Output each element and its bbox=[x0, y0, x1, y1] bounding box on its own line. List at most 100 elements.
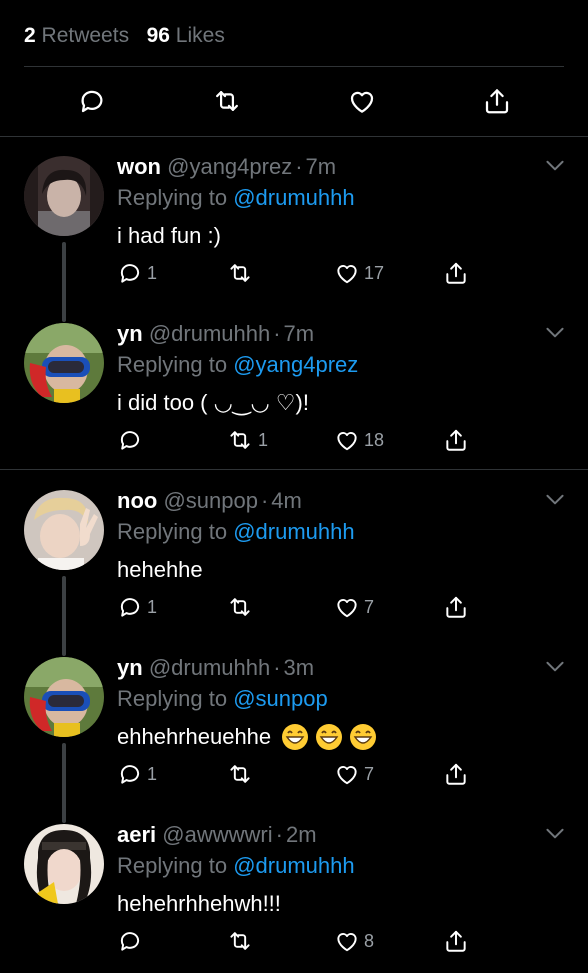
likes-count[interactable]: 96 bbox=[147, 24, 170, 47]
display-name[interactable]: noo bbox=[117, 488, 157, 513]
retweet-icon bbox=[226, 928, 254, 954]
more-options-button[interactable] bbox=[542, 152, 568, 178]
reply-tweet[interactable]: aeri @awwwwri · 2m Replying to @drumuhhh h… bbox=[0, 806, 588, 973]
like-action[interactable]: 17 bbox=[334, 258, 384, 288]
reply-icon bbox=[117, 427, 143, 453]
chevron-down-icon bbox=[546, 828, 564, 839]
like-action[interactable]: 7 bbox=[334, 592, 374, 622]
mention-link[interactable]: @sunpop bbox=[233, 686, 328, 711]
user-handle[interactable]: @awwwwri bbox=[162, 822, 272, 847]
reply-tweet[interactable]: noo @sunpop · 4m Replying to @drumuhhh heh… bbox=[0, 472, 588, 656]
reply-action[interactable]: 1 bbox=[117, 592, 157, 622]
divider bbox=[0, 469, 588, 470]
display-name[interactable]: yn bbox=[117, 321, 143, 346]
replying-to-label: Replying to bbox=[117, 352, 228, 377]
more-options-button[interactable] bbox=[542, 820, 568, 846]
like-count: 17 bbox=[364, 262, 385, 283]
more-options-button[interactable] bbox=[542, 319, 568, 345]
avatar[interactable] bbox=[24, 323, 104, 403]
tweet-text: i did too ( ◡‿◡ ♡)! bbox=[117, 387, 309, 419]
separator-dot: · bbox=[295, 154, 303, 179]
like-action[interactable]: 18 bbox=[334, 425, 384, 455]
main-tweet-actions bbox=[24, 78, 564, 124]
like-icon bbox=[334, 928, 360, 954]
share-action[interactable] bbox=[443, 258, 469, 288]
more-options-button[interactable] bbox=[542, 486, 568, 512]
reply-action[interactable] bbox=[117, 926, 147, 956]
like-icon bbox=[334, 260, 360, 286]
mention-link[interactable]: @yang4prez bbox=[233, 352, 358, 377]
like-icon bbox=[334, 427, 360, 453]
retweet-button[interactable] bbox=[204, 78, 250, 124]
replying-to-label: Replying to bbox=[117, 519, 228, 544]
reply-icon bbox=[117, 928, 143, 954]
avatar[interactable] bbox=[24, 490, 104, 570]
replying-to: Replying to @drumuhhh bbox=[117, 517, 355, 547]
retweet-action[interactable] bbox=[226, 592, 258, 622]
like-icon bbox=[334, 761, 360, 787]
timestamp[interactable]: 7m bbox=[284, 321, 315, 346]
chevron-down-icon bbox=[546, 661, 564, 672]
tweet-text-content: ehhehrheuehhe bbox=[117, 724, 272, 749]
retweet-action[interactable] bbox=[226, 926, 258, 956]
mention-link[interactable]: @drumuhhh bbox=[233, 185, 354, 210]
timestamp[interactable]: 4m bbox=[271, 488, 302, 513]
grinning-face-emoji bbox=[350, 724, 377, 750]
user-handle[interactable]: @yang4prez bbox=[167, 154, 292, 179]
reply-tweet[interactable]: yn @drumuhhh · 7m Replying to @yang4prez i… bbox=[0, 305, 588, 472]
replying-to: Replying to @drumuhhh bbox=[117, 183, 355, 213]
reply-icon bbox=[117, 260, 143, 286]
share-icon bbox=[443, 427, 469, 453]
share-action[interactable] bbox=[443, 425, 469, 455]
timestamp[interactable]: 7m bbox=[306, 154, 337, 179]
engagement-stats: 2 Retweets 96 Likes bbox=[24, 20, 564, 52]
mention-link[interactable]: @drumuhhh bbox=[233, 853, 354, 878]
timestamp[interactable]: 2m bbox=[286, 822, 317, 847]
reply-action[interactable]: 1 bbox=[117, 759, 157, 789]
tweet-text-content: hehehrhhehwh!!! bbox=[117, 891, 281, 916]
user-handle[interactable]: @drumuhhh bbox=[149, 655, 270, 680]
retweets-count[interactable]: 2 bbox=[24, 24, 36, 47]
share-action[interactable] bbox=[443, 759, 469, 789]
display-name[interactable]: yn bbox=[117, 655, 143, 680]
user-handle[interactable]: @drumuhhh bbox=[149, 321, 270, 346]
more-options-button[interactable] bbox=[542, 653, 568, 679]
separator-dot: · bbox=[275, 822, 283, 847]
reply-button[interactable] bbox=[69, 78, 115, 124]
tweet-text: i had fun :) bbox=[117, 220, 221, 252]
replying-to-label: Replying to bbox=[117, 853, 228, 878]
tweet-header: noo @sunpop · 4m bbox=[117, 486, 302, 516]
display-name[interactable]: aeri bbox=[117, 822, 156, 847]
like-button[interactable] bbox=[339, 78, 385, 124]
reply-action[interactable]: 1 bbox=[117, 258, 157, 288]
timestamp[interactable]: 3m bbox=[284, 655, 315, 680]
reply-action[interactable] bbox=[117, 425, 147, 455]
share-action[interactable] bbox=[443, 592, 469, 622]
chevron-down-icon bbox=[546, 327, 564, 338]
user-handle[interactable]: @sunpop bbox=[163, 488, 258, 513]
reply-count: 1 bbox=[147, 763, 158, 784]
avatar[interactable] bbox=[24, 156, 104, 236]
like-action[interactable]: 7 bbox=[334, 759, 374, 789]
likes-label[interactable]: Likes bbox=[176, 24, 225, 47]
mention-link[interactable]: @drumuhhh bbox=[233, 519, 354, 544]
display-name[interactable]: won bbox=[117, 154, 161, 179]
retweets-label[interactable]: Retweets bbox=[42, 24, 130, 47]
reply-tweet[interactable]: won @yang4prez · 7m Replying to @drumuhhh … bbox=[0, 138, 588, 322]
chevron-down-icon bbox=[546, 494, 564, 505]
retweet-action[interactable]: 1 bbox=[226, 425, 268, 455]
tweet-text-content: i did too ( ◡‿◡ ♡)! bbox=[117, 390, 309, 415]
share-action[interactable] bbox=[443, 926, 469, 956]
retweet-action[interactable] bbox=[226, 759, 258, 789]
retweet-icon bbox=[226, 594, 254, 620]
reply-tweet[interactable]: yn @drumuhhh · 3m Replying to @sunpop ehhe… bbox=[0, 639, 588, 823]
tweet-header: won @yang4prez · 7m bbox=[117, 152, 336, 182]
avatar[interactable] bbox=[24, 824, 104, 904]
chevron-down-icon bbox=[546, 160, 564, 171]
tweet-header: yn @drumuhhh · 7m bbox=[117, 319, 314, 349]
share-icon bbox=[443, 260, 469, 286]
avatar[interactable] bbox=[24, 657, 104, 737]
like-action[interactable]: 8 bbox=[334, 926, 374, 956]
share-button[interactable] bbox=[474, 78, 520, 124]
retweet-action[interactable] bbox=[226, 258, 258, 288]
